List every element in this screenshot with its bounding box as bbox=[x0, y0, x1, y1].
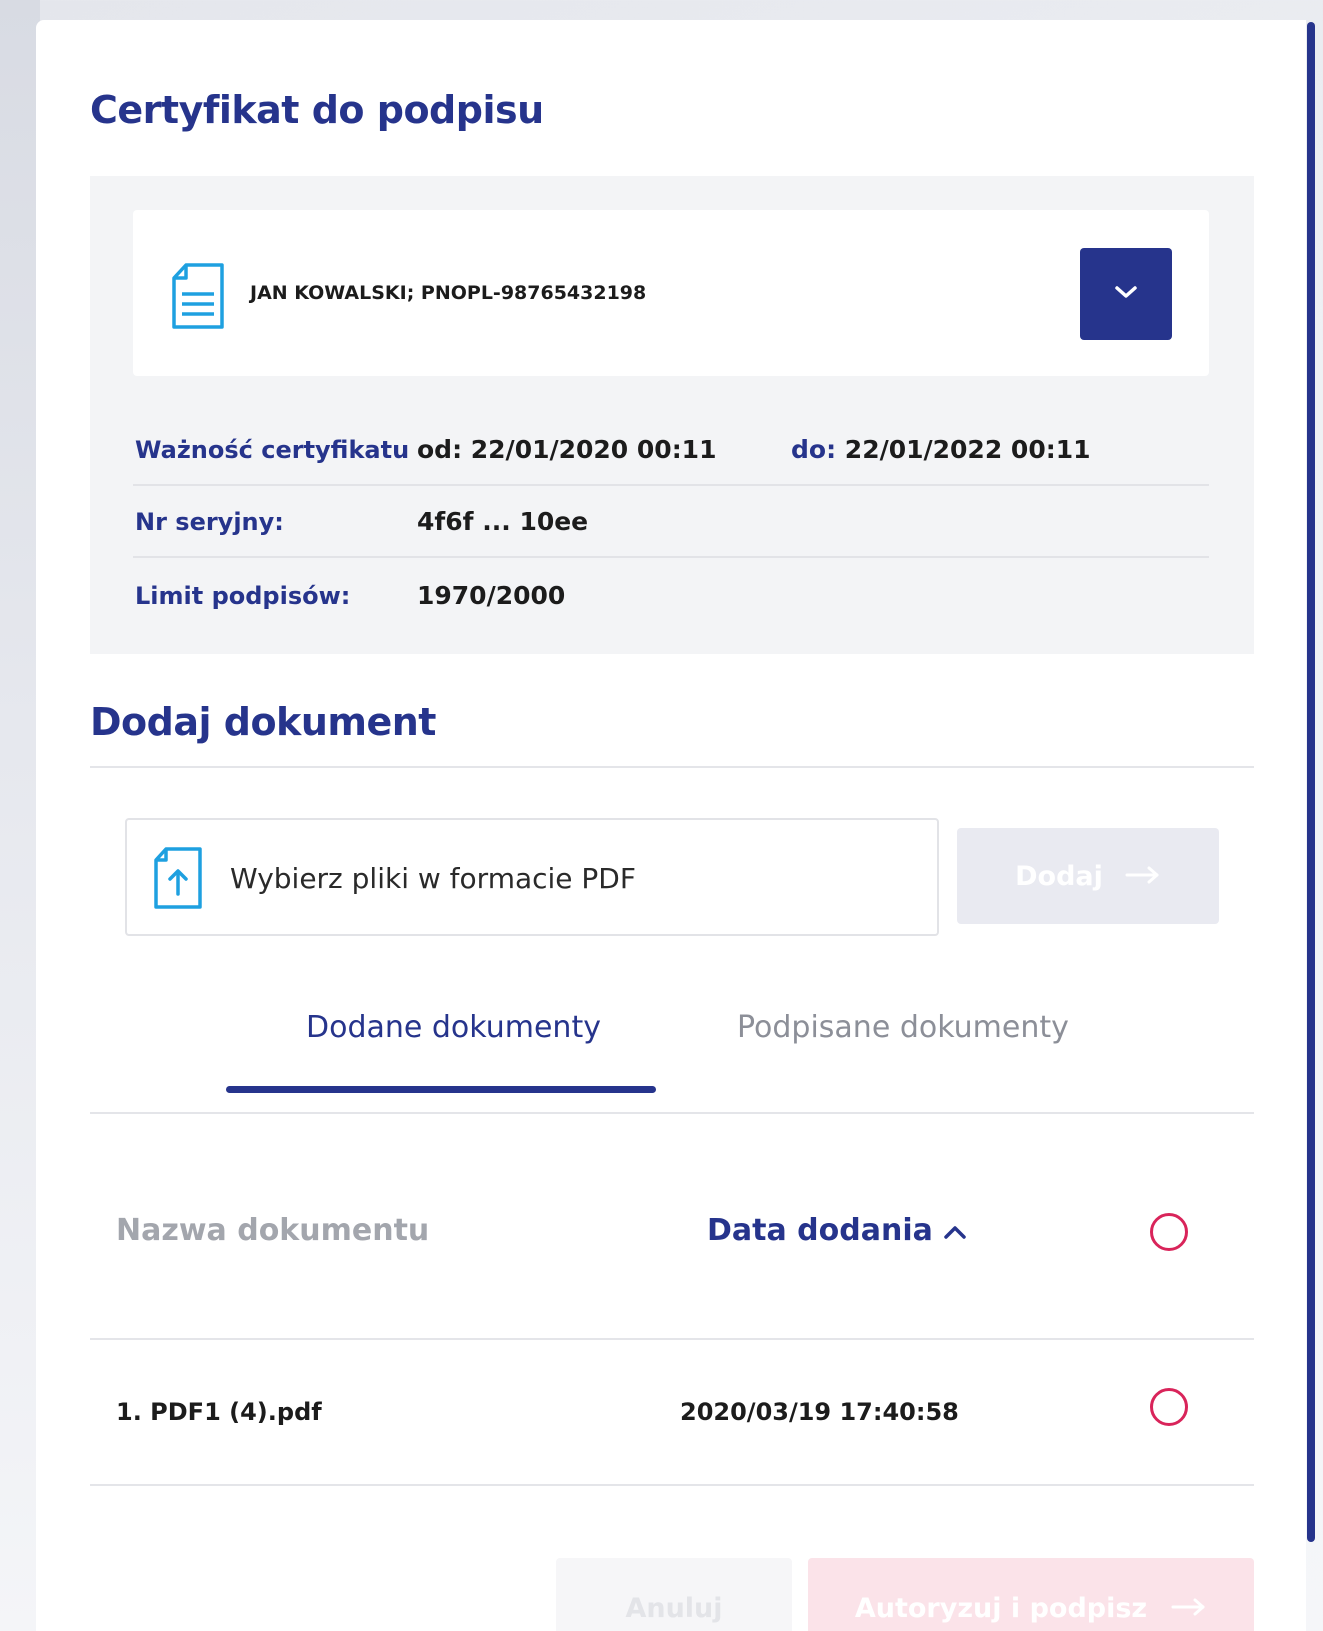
select-all-radio[interactable] bbox=[1150, 1213, 1188, 1251]
limit-label: Limit podpisów: bbox=[135, 582, 351, 610]
certificate-title: Certyfikat do podpisu bbox=[90, 88, 544, 132]
valid-from: od: 22/01/2020 00:11 bbox=[417, 435, 717, 464]
table-divider bbox=[90, 1338, 1254, 1340]
document-icon bbox=[170, 262, 226, 334]
arrow-right-icon bbox=[1125, 861, 1161, 892]
tab-added-documents[interactable]: Dodane dokumenty bbox=[306, 1010, 601, 1045]
column-header-date[interactable]: Data dodania bbox=[707, 1213, 967, 1248]
validity-label: Ważność certyfikatu bbox=[135, 436, 410, 464]
serial-value: 4f6f ... 10ee bbox=[417, 507, 589, 536]
divider bbox=[90, 766, 1254, 768]
serial-row: Nr seryjny: 4f6f ... 10ee bbox=[133, 486, 1209, 558]
add-button-label: Dodaj bbox=[1015, 860, 1103, 892]
active-tab-indicator bbox=[226, 1086, 656, 1093]
valid-to: do: 22/01/2022 00:11 bbox=[791, 414, 1091, 486]
column-header-name[interactable]: Nazwa dokumentu bbox=[116, 1213, 429, 1248]
tabs-divider bbox=[90, 1112, 1254, 1114]
valid-to-prefix: do: bbox=[791, 435, 837, 464]
row-select-radio[interactable] bbox=[1150, 1388, 1188, 1426]
page-background bbox=[0, 0, 40, 1631]
cancel-button-label: Anuluj bbox=[625, 1592, 723, 1624]
tab-signed-documents[interactable]: Podpisane dokumenty bbox=[737, 1010, 1069, 1045]
column-header-date-label: Data dodania bbox=[707, 1213, 933, 1248]
arrow-right-icon bbox=[1171, 1593, 1207, 1624]
document-date: 2020/03/19 17:40:58 bbox=[680, 1398, 959, 1426]
scrollbar[interactable] bbox=[1307, 22, 1315, 1542]
file-input-placeholder: Wybierz pliki w formacie PDF bbox=[230, 862, 636, 895]
serial-label: Nr seryjny: bbox=[135, 508, 284, 536]
cancel-button[interactable]: Anuluj bbox=[556, 1558, 792, 1631]
valid-to-value: 22/01/2022 00:11 bbox=[844, 435, 1091, 464]
document-name: 1. PDF1 (4).pdf bbox=[116, 1398, 322, 1426]
table-bottom-divider bbox=[90, 1484, 1254, 1486]
limit-value: 1970/2000 bbox=[417, 581, 566, 610]
chevron-up-icon bbox=[943, 1213, 967, 1248]
validity-row: Ważność certyfikatu od: 22/01/2020 00:11… bbox=[133, 414, 1209, 486]
authorize-sign-button-label: Autoryzuj i podpisz bbox=[854, 1592, 1148, 1624]
add-button[interactable]: Dodaj bbox=[957, 828, 1219, 924]
certificate-dropdown-button[interactable] bbox=[1080, 248, 1172, 340]
add-document-title: Dodaj dokument bbox=[90, 700, 436, 744]
chevron-down-icon bbox=[1113, 284, 1139, 304]
authorize-sign-button[interactable]: Autoryzuj i podpisz bbox=[808, 1558, 1254, 1631]
certificate-name: JAN KOWALSKI; PNOPL-98765432198 bbox=[250, 282, 647, 304]
limit-row: Limit podpisów: 1970/2000 bbox=[133, 560, 1209, 632]
upload-file-icon bbox=[152, 846, 204, 914]
